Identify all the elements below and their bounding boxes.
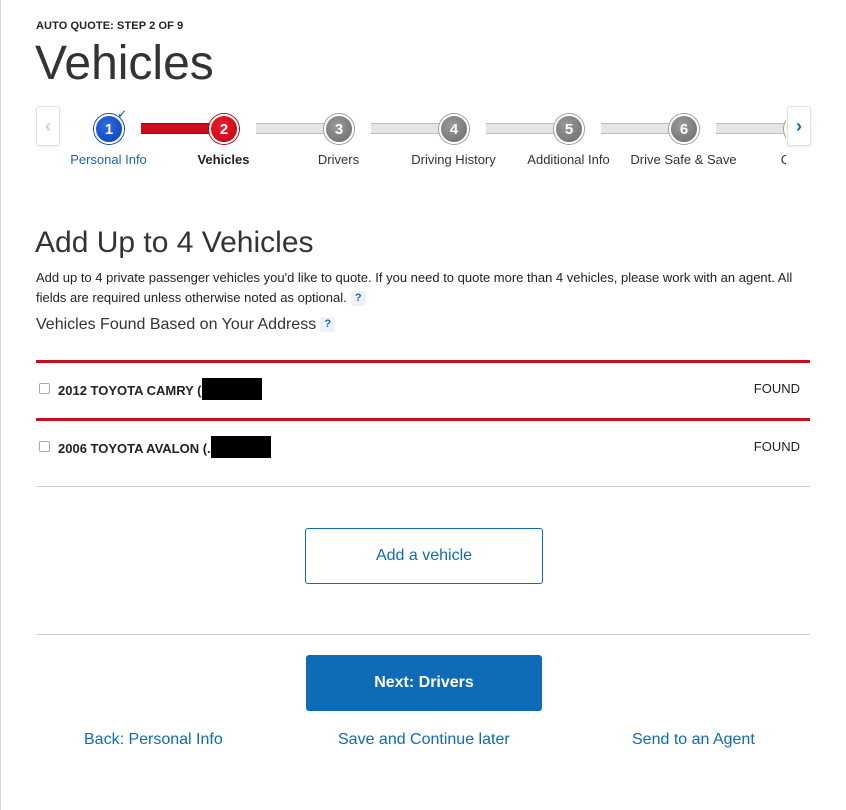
help-icon[interactable]: ? — [320, 317, 336, 333]
divider — [36, 634, 810, 635]
step-number: 2 — [209, 114, 239, 144]
vehicle-row: 2006 TOYOTA AVALON (. FOUND — [36, 418, 810, 474]
step-label: Drivers — [317, 152, 360, 167]
step-label: Driving History — [411, 152, 496, 167]
chevron-left-icon[interactable]: ‹ — [36, 106, 60, 146]
chevron-right-icon[interactable]: › — [787, 106, 811, 146]
help-icon[interactable]: ? — [350, 291, 366, 307]
vehicles-found-heading: Vehicles Found Based on Your Address? — [36, 316, 336, 334]
divider — [36, 486, 810, 487]
progress-segment — [256, 123, 334, 134]
check-icon: ✓ — [117, 107, 128, 121]
vehicle-name-text: 2012 TOYOTA CAMRY ( — [58, 383, 202, 398]
step-label: Quote — [780, 152, 786, 167]
progress-segment — [716, 123, 786, 134]
progress-segment — [141, 123, 219, 134]
vehicle-name: 2012 TOYOTA CAMRY ( — [58, 377, 262, 400]
step-number: 5 — [554, 114, 584, 144]
page-title: Vehicles — [35, 37, 214, 90]
vehicle-checkbox[interactable] — [39, 441, 50, 452]
intro-text: Add up to 4 private passenger vehicles y… — [36, 268, 811, 308]
back-link[interactable]: Back: Personal Info — [84, 731, 223, 749]
add-vehicle-button[interactable]: Add a vehicle — [305, 528, 543, 584]
redacted-block — [201, 377, 262, 400]
page-left-border — [0, 0, 1, 810]
step-label: Personal Info — [70, 152, 147, 167]
step-indicator: AUTO QUOTE: STEP 2 OF 9 — [36, 20, 184, 32]
step-number: 4 — [439, 114, 469, 144]
vehicle-status: FOUND — [753, 381, 800, 396]
redacted-block — [210, 435, 271, 458]
vehicle-name: 2006 TOYOTA AVALON (. — [58, 435, 271, 458]
step-number: 6 — [669, 114, 699, 144]
progress-segment — [371, 123, 449, 134]
progress-track: 1 ✓ Personal Info 2 Vehicles 3 Drivers 4… — [66, 104, 786, 174]
progress-segment — [486, 123, 564, 134]
save-continue-link[interactable]: Save and Continue later — [338, 731, 510, 749]
next-drivers-button[interactable]: Next: Drivers — [306, 655, 542, 711]
send-to-agent-link[interactable]: Send to an Agent — [632, 731, 755, 749]
intro-paragraph: Add up to 4 private passenger vehicles y… — [36, 270, 793, 305]
vehicle-row: 2012 TOYOTA CAMRY ( FOUND — [36, 360, 810, 416]
step-number: 3 — [324, 114, 354, 144]
progress-stepper: ‹ 1 ✓ Personal Info 2 Vehicles 3 Drivers… — [36, 104, 812, 174]
vehicle-status: FOUND — [753, 439, 800, 454]
vehicles-found-label: Vehicles Found Based on Your Address — [36, 316, 317, 333]
progress-segment — [601, 123, 679, 134]
vehicle-checkbox[interactable] — [39, 383, 50, 394]
step-label: Drive Safe & Save — [630, 152, 737, 167]
step-label: Additional Info — [527, 152, 610, 167]
vehicle-name-text: 2006 TOYOTA AVALON (. — [58, 441, 211, 456]
step-number: 7 — [784, 114, 786, 144]
step-label: Vehicles — [197, 152, 250, 167]
section-title: Add Up to 4 Vehicles — [35, 226, 314, 259]
